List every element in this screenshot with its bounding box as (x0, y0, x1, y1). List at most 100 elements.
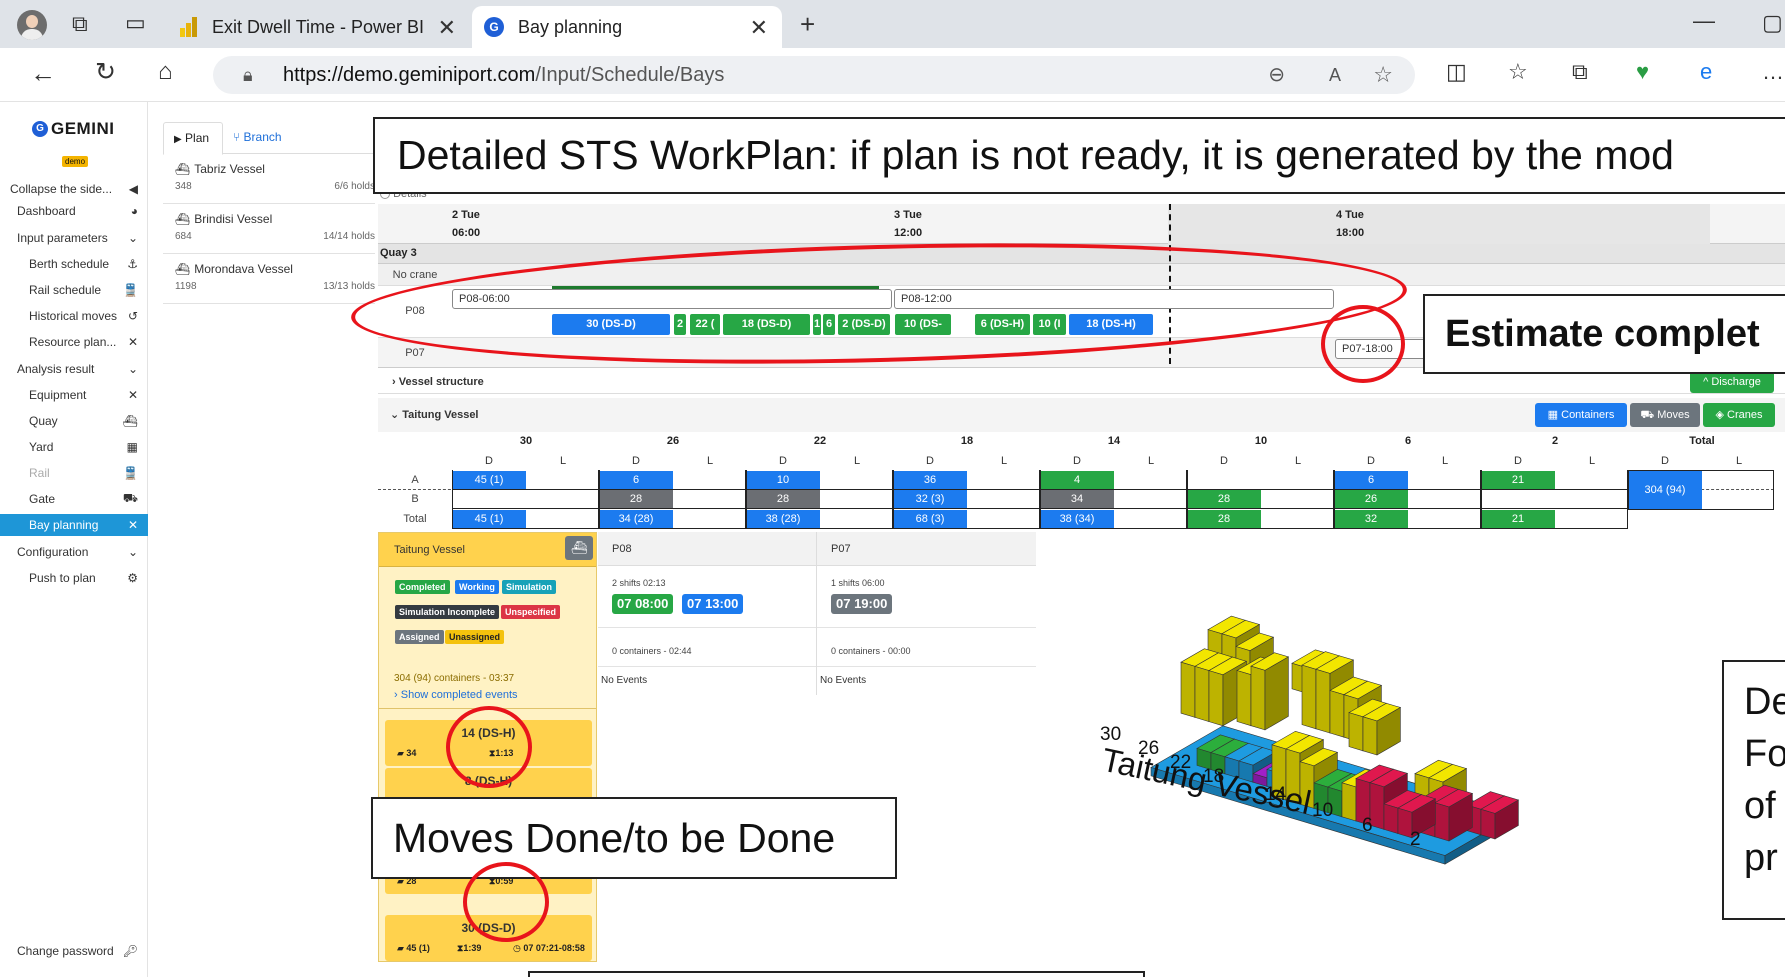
ship-icon: ⛴ (175, 212, 191, 226)
dashboard-icon: ◕ (130, 204, 138, 218)
url-input[interactable]: 🔒︎ https://demo.geminiport.com/Input/Sch… (213, 56, 1415, 94)
close-tab-icon[interactable]: ✕ (438, 15, 456, 41)
bay-sub-header: L (1441, 455, 1449, 467)
ship-icon: ⛴ (122, 414, 138, 428)
split-screen-icon[interactable]: ◫ (1446, 61, 1467, 83)
callout-right-line-3: of (1744, 785, 1776, 827)
sidebar-item-14[interactable]: Configuration ⌄ (0, 541, 148, 563)
workspaces-icon[interactable]: ⧉ (72, 13, 88, 35)
time-range: ◷ 07 07:21-08:58 (513, 943, 585, 954)
more-icon[interactable]: … (1762, 61, 1784, 83)
bay-cell-frame (746, 470, 893, 490)
truck-icon: ⛟ (122, 491, 138, 505)
ship-button[interactable]: ⛴ (565, 536, 593, 560)
close-tab-icon[interactable]: ✕ (750, 15, 768, 41)
vessel-list: ⛴ Tabriz Vessel 348 6/6 holds ⛴ Brindisi Vess… (163, 154, 375, 334)
sidebar-item-6[interactable]: Resource plan... ✕ (0, 331, 148, 353)
shift-time-badge[interactable]: 07 08:00 (612, 594, 674, 614)
shift-time-badge[interactable]: 07 13:00 (682, 594, 744, 614)
sidebar-item-11[interactable]: Rail 🚆 (0, 462, 148, 484)
gemini-logo: G GEMINI (32, 119, 114, 139)
bay-cell-frame (1040, 470, 1187, 490)
crane-containers: 0 containers - 00:00 (831, 646, 911, 656)
sidebar-item-10[interactable]: Yard ▦ (0, 436, 148, 458)
discharge-button[interactable]: ^ Discharge (1690, 371, 1774, 393)
new-tab-icon[interactable]: + (800, 11, 815, 37)
sidebar-item-8[interactable]: Equipment ✕ (0, 384, 148, 406)
sidebar-item-9[interactable]: Quay ⛴ (0, 410, 148, 432)
ship-icon: ⛴ (175, 162, 191, 176)
sidebar-item-7[interactable]: Analysis result ⌄ (0, 358, 148, 380)
show-completed-link[interactable]: › Show completed events (394, 689, 518, 701)
sidebar-item-2[interactable]: Input parameters ⌄ (0, 227, 148, 249)
favorites-icon[interactable]: ☆ (1508, 61, 1528, 83)
container-front (1362, 716, 1378, 756)
browser-tab-bar: ⧉ ▭ Exit Dwell Time - Power BI ✕ G Bay p… (0, 0, 1785, 48)
vessel-card[interactable]: ⛴ Tabriz Vessel 348 6/6 holds (163, 154, 375, 204)
bay-sub-header: L (1588, 455, 1596, 467)
crane-name: P07 (831, 543, 851, 555)
panel-summary: 304 (94) containers - 03:37 (394, 673, 515, 684)
bay-sub-header: D (485, 455, 493, 467)
container-front (1236, 670, 1252, 727)
lock-icon: 🔒︎ (243, 65, 253, 85)
sidebar-item-15[interactable]: Push to plan ⚙ (0, 567, 148, 589)
gemini-favicon-icon: G (484, 17, 504, 37)
tab-title: Exit Dwell Time - Power BI (212, 16, 425, 37)
sidebar-item-3[interactable]: Berth schedule ⚓ (0, 253, 148, 275)
bay-header: 14 (1107, 435, 1121, 447)
sidebar-item-12[interactable]: Gate ⛟ (0, 488, 148, 510)
anchor-icon: ⚓ (127, 257, 138, 271)
containers-button[interactable]: ▦ Containers (1535, 403, 1627, 427)
edge-icon[interactable]: e (1700, 61, 1712, 83)
bay-sub-header: L (1147, 455, 1155, 467)
sidebar-item-13[interactable]: Bay planning ✕ (0, 514, 148, 536)
containers-icon: ▦ (1547, 409, 1559, 421)
header-time-2: 12:00 (894, 227, 923, 239)
cranes-button[interactable]: ◈ Cranes (1703, 403, 1775, 427)
read-aloud-icon[interactable]: A (1329, 56, 1341, 94)
bay-sub-header: D (1367, 455, 1375, 467)
quay-label: Quay 3 (380, 247, 417, 259)
bay-cell-frame (1040, 489, 1187, 509)
profile-avatar[interactable] (17, 10, 47, 40)
discharge-label: Discharge (1711, 376, 1761, 388)
container-front (1315, 668, 1331, 734)
train-icon: 🚆 (123, 466, 138, 480)
container-front (1301, 664, 1317, 730)
home-icon[interactable]: ⌂ (158, 60, 173, 84)
zoom-out-icon[interactable]: ⊖ (1268, 56, 1285, 94)
sidebar-item-1[interactable]: Dashboard ◕ (0, 200, 148, 222)
sidebar-item-4[interactable]: Rail schedule 🚆 (0, 279, 148, 301)
vessel-card[interactable]: ⛴ Brindisi Vessel 684 14/14 holds (163, 204, 375, 254)
play-icon: ▶ (174, 134, 182, 145)
container-count: ▰ 45 (1) (397, 943, 430, 954)
tab-actions-icon[interactable]: ▭ (125, 12, 146, 34)
crane-divider (598, 627, 817, 628)
tab-plan-label: Plan (185, 131, 210, 145)
vessel-card[interactable]: ⛴ Morondava Vessel 1198 13/13 holds (163, 254, 375, 304)
shift-time-badge[interactable]: 07 19:00 (831, 594, 893, 614)
vessel-holds: 13/13 holds (323, 281, 375, 292)
change-password-link[interactable]: Change password 🔑︎ (0, 940, 148, 962)
tab-bay-planning[interactable]: G Bay planning ✕ (472, 6, 782, 48)
bay-cell-frame (893, 489, 1040, 509)
sidebar-item-5[interactable]: Historical moves ↺ (0, 305, 148, 327)
sidebar-item-0[interactable]: Collapse the side... ◀ (0, 178, 148, 200)
cranes-label: Cranes (1727, 409, 1763, 421)
favorite-star-icon[interactable]: ☆ (1373, 56, 1393, 94)
restore-icon[interactable]: ▢ (1762, 12, 1783, 34)
vessel-number: 348 (175, 181, 192, 192)
refresh-icon[interactable]: ↻ (95, 60, 116, 85)
clock-icon: ◷ (513, 943, 524, 953)
timeline-shade (1168, 204, 1710, 244)
tab-powerbi[interactable]: Exit Dwell Time - Power BI ✕ (168, 6, 470, 48)
moves-button[interactable]: ⛟ Moves (1630, 403, 1700, 427)
tab-plan[interactable]: ▶ Plan (163, 122, 223, 155)
health-icon[interactable]: ♥ (1636, 61, 1649, 83)
back-icon[interactable]: ← (30, 60, 56, 86)
collections-icon[interactable]: ⧉ (1572, 61, 1588, 83)
tab-branch[interactable]: ⑂ Branch (233, 122, 282, 154)
minimize-icon[interactable]: — (1693, 10, 1715, 32)
status-badge: Unassigned (445, 630, 505, 644)
